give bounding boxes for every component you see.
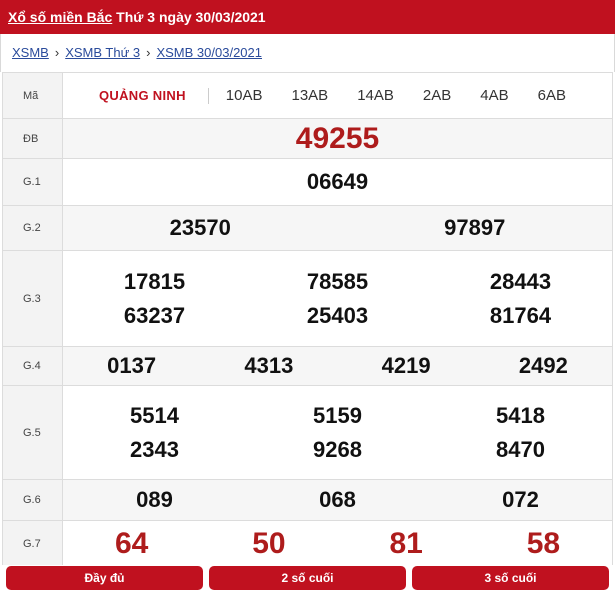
prize-number: 64 (114, 526, 149, 560)
header-title-link[interactable]: Xổ số miền Bắc (8, 9, 112, 25)
prize-number: 089 (136, 487, 173, 512)
prize-g7: 64 50 81 58 (62, 520, 613, 567)
chevron-right-icon: › (146, 45, 151, 60)
prize-g4: 0137 4313 4219 2492 (62, 346, 613, 386)
prize-number: 63237 (123, 302, 186, 328)
breadcrumb-weekday[interactable]: XSMB Thứ 3 (65, 45, 140, 60)
prize-db: 49255 (62, 118, 613, 159)
prize-label-g2: G.2 (2, 205, 63, 251)
prize-number: 068 (319, 487, 356, 512)
prize-label-g4: G.4 (2, 346, 63, 386)
prize-g1: 06649 (62, 158, 613, 206)
prize-number: 50 (252, 526, 286, 560)
prize-label-g5: G.5 (2, 385, 63, 480)
code-label: Mã (2, 72, 63, 119)
prize-number: 5418 (496, 402, 545, 428)
prize-number: 17815 (123, 268, 186, 294)
prize-label-g7: G.7 (2, 520, 63, 567)
prize-g5: 5514 5159 5418 2343 9268 8470 (62, 385, 613, 480)
prize-g6: 089 068 072 (62, 479, 613, 521)
prize-number: 4219 (381, 353, 431, 378)
prize-g2: 23570 97897 (62, 205, 613, 251)
prize-number: 5514 (130, 402, 179, 428)
prize-number: 81 (389, 526, 423, 560)
prize-number: 25403 (306, 302, 369, 328)
prize-number: 8470 (496, 436, 545, 462)
results-table: Mã QUẢNG NINH 10AB 13AB 14AB 2AB 4AB 6AB… (2, 72, 613, 567)
prize-number: 9268 (313, 436, 362, 462)
prize-label-db: ĐB (2, 118, 63, 159)
ticket-code: 2AB (422, 87, 452, 104)
prize-number: 2492 (518, 353, 568, 378)
ticket-code: 13AB (291, 87, 329, 104)
ticket-code: 4AB (480, 87, 509, 104)
header-date: Thứ 3 ngày 30/03/2021 (116, 9, 266, 25)
prize-label-g3: G.3 (2, 250, 63, 347)
code-row: QUẢNG NINH 10AB 13AB 14AB 2AB 4AB 6AB (62, 72, 613, 119)
prize-number: 4313 (244, 353, 294, 378)
ticket-code: 10AB (225, 87, 263, 104)
special-prize-number: 49255 (295, 121, 380, 155)
breadcrumb-date[interactable]: XSMB 30/03/2021 (156, 45, 262, 60)
prize-number: 28443 (489, 268, 552, 294)
divider (207, 87, 209, 104)
full-view-button[interactable]: Đầy đủ (6, 566, 203, 590)
prize-number: 072 (502, 487, 539, 512)
prize-number: 78585 (306, 268, 369, 294)
prize-label-g1: G.1 (2, 158, 63, 206)
prize-number: 23570 (169, 215, 231, 240)
prize-number: 0137 (107, 353, 157, 378)
province-name: QUẢNG NINH (99, 88, 186, 103)
prize-number: 58 (526, 526, 561, 560)
prize-number: 06649 (306, 169, 369, 194)
breadcrumb-xsmb[interactable]: XSMB (12, 45, 49, 60)
ticket-code: 14AB (357, 87, 394, 104)
prize-number: 5159 (313, 402, 362, 428)
prize-g3: 17815 78585 28443 63237 25403 81764 (62, 250, 613, 347)
breadcrumb: XSMB › XSMB Thứ 3 › XSMB 30/03/2021 (0, 34, 615, 72)
results-header: Xổ số miền Bắc Thứ 3 ngày 30/03/2021 (0, 0, 615, 34)
prize-number: 81764 (489, 302, 552, 328)
last-2-digits-button[interactable]: 2 số cuối (209, 566, 406, 590)
chevron-right-icon: › (54, 45, 60, 60)
prize-label-g6: G.6 (2, 479, 63, 521)
prize-number: 97897 (444, 215, 506, 240)
display-mode-bar: Đầy đủ 2 số cuối 3 số cuối (2, 565, 613, 593)
ticket-code: 6AB (537, 87, 566, 104)
last-3-digits-button[interactable]: 3 số cuối (412, 566, 609, 590)
prize-number: 2343 (130, 436, 179, 462)
